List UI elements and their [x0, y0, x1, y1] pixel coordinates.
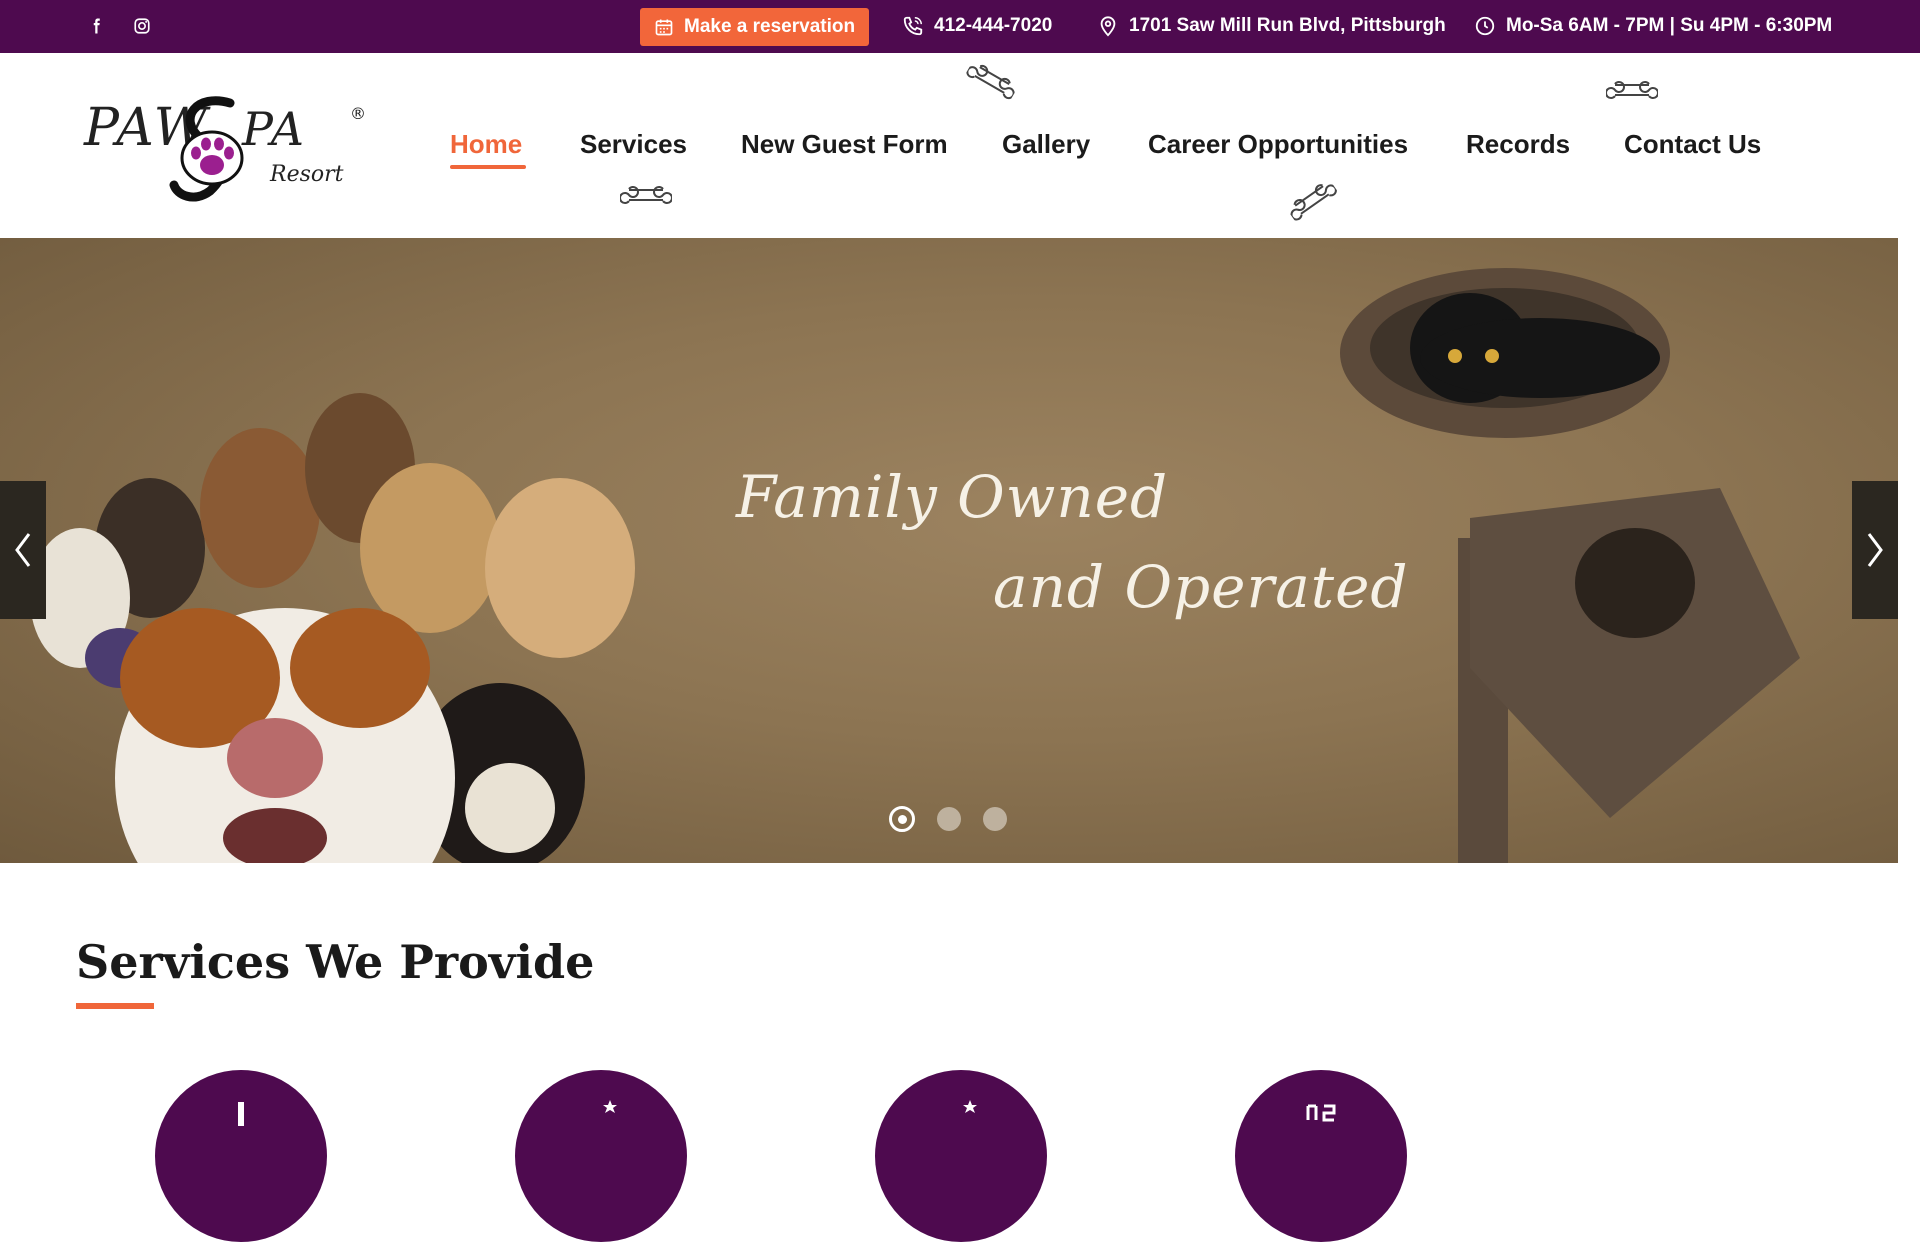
moon-stars-icon — [950, 1100, 977, 1126]
slider-dot-2[interactable] — [937, 807, 961, 831]
facebook-icon[interactable] — [83, 13, 109, 39]
service-icon-circle[interactable] — [515, 1070, 687, 1242]
address-info[interactable]: 1701 Saw Mill Run Blvd, Pittsburgh — [1097, 13, 1446, 39]
slider-dot-1[interactable] — [889, 806, 915, 832]
address-text: 1701 Saw Mill Run Blvd, Pittsburgh — [1129, 15, 1446, 36]
hero-slider: Family Owned and Operated — [0, 238, 1898, 863]
phone-number: 412-444-7020 — [934, 15, 1053, 36]
hours-info: Mo-Sa 6AM - 7PM | Su 4PM - 6:30PM — [1474, 13, 1832, 39]
make-reservation-button[interactable]: Make a reservation — [640, 8, 869, 46]
slider-next-button[interactable] — [1852, 481, 1898, 619]
clock-icon — [1475, 16, 1495, 36]
service-icon-circle[interactable] — [1235, 1070, 1407, 1242]
cat-tree-illustration — [1340, 268, 1800, 863]
hero-caption-line1: Family Owned — [736, 463, 1169, 531]
service-icon — [1306, 1104, 1336, 1122]
nav-home[interactable]: Home — [450, 129, 522, 169]
hours-text: Mo-Sa 6AM - 7PM | Su 4PM - 6:30PM — [1506, 15, 1833, 36]
site-header: PAW PA Resort ® Home Services New Guest … — [0, 53, 1898, 238]
registered-mark: ® — [350, 104, 366, 123]
logo-text-pa: PA — [241, 102, 306, 156]
slider-prev-button[interactable] — [0, 481, 46, 619]
instagram-icon[interactable] — [129, 13, 155, 39]
make-reservation-label: Make a reservation — [684, 16, 856, 37]
phone-icon — [903, 16, 923, 36]
chevron-right-icon — [1867, 533, 1883, 567]
moon-stars-icon — [590, 1100, 617, 1126]
bone-icon — [966, 64, 1015, 100]
top-bar: Make a reservation 412-444-7020 1701 Saw… — [0, 0, 1920, 53]
nav-records[interactable]: Records — [1466, 129, 1570, 169]
paw-spa-logo[interactable]: PAW PA Resort ® — [82, 83, 382, 208]
map-pin-icon — [1100, 16, 1116, 37]
hero-image — [30, 268, 1800, 863]
logo-text-resort: Resort — [269, 162, 344, 187]
bone-icon — [620, 186, 672, 204]
phone-info[interactable]: 412-444-7020 — [902, 13, 1052, 39]
service-icon-circle[interactable] — [155, 1070, 327, 1242]
services-heading: Services We Provide — [76, 935, 595, 989]
nav-new-guest-form[interactable]: New Guest Form — [741, 129, 948, 169]
nav-gallery[interactable]: Gallery — [1002, 129, 1090, 169]
hero-caption-line2: and Operated — [993, 553, 1409, 621]
chevron-left-icon — [15, 533, 31, 567]
nav-contact-us[interactable]: Contact Us — [1624, 129, 1761, 169]
dogs-illustration — [30, 393, 635, 863]
service-icon-circle[interactable] — [875, 1070, 1047, 1242]
nav-active-indicator — [450, 165, 526, 169]
bone-icon — [1290, 184, 1337, 221]
slider-dot-3[interactable] — [983, 807, 1007, 831]
nav-career-opportunities[interactable]: Career Opportunities — [1148, 129, 1408, 169]
service-icon — [238, 1102, 244, 1126]
nav-services[interactable]: Services — [580, 129, 687, 169]
heading-underline — [76, 1003, 154, 1009]
calendar-icon — [655, 19, 673, 36]
bone-icon — [1606, 81, 1658, 99]
